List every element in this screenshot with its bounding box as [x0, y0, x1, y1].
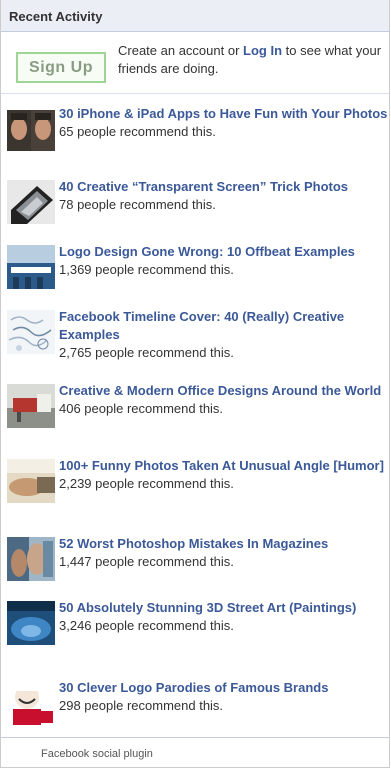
item-title-link[interactable]: 30 iPhone & iPad Apps to Have Fun with Y…	[59, 105, 389, 123]
signup-panel: Sign Up Create an account or Log In to s…	[1, 32, 389, 94]
item-title-link[interactable]: 50 Absolutely Stunning 3D Street Art (Pa…	[59, 599, 389, 617]
recommend-count: 78 people recommend this.	[59, 197, 216, 212]
hand-photo-thumb-icon[interactable]	[7, 459, 55, 503]
sign-up-button[interactable]: Sign Up	[16, 52, 106, 83]
tablet-photo-thumb-icon[interactable]	[7, 180, 55, 224]
sketch-cover-thumb-icon[interactable]	[7, 310, 55, 354]
kfc-logo-thumb-icon[interactable]	[7, 681, 55, 725]
item-title-link[interactable]: Creative & Modern Office Designs Around …	[59, 382, 389, 400]
widget-title: Recent Activity	[1, 0, 389, 32]
item-title-link[interactable]: Facebook Timeline Cover: 40 (Really) Cre…	[59, 308, 389, 344]
signup-text-before: Create an account or	[118, 43, 244, 58]
recommend-count: 3,246 people recommend this.	[59, 618, 234, 633]
magazine-thumb-icon[interactable]	[7, 537, 55, 581]
item-title-link[interactable]: 52 Worst Photoshop Mistakes In Magazines	[59, 535, 389, 553]
recommend-count: 2,765 people recommend this.	[59, 345, 234, 360]
footer-plugin-label: Facebook social plugin	[1, 737, 389, 767]
recommend-count: 2,239 people recommend this.	[59, 476, 234, 491]
item-title-link[interactable]: 40 Creative “Transparent Screen” Trick P…	[59, 178, 389, 196]
recommend-count: 298 people recommend this.	[59, 698, 224, 713]
faces-photo-thumb-icon[interactable]	[7, 107, 55, 151]
building-sign-thumb-icon[interactable]	[7, 245, 55, 289]
item-title-link[interactable]: Logo Design Gone Wrong: 10 Offbeat Examp…	[59, 243, 389, 261]
activity-widget: Recent Activity Sign Up Create an accoun…	[0, 0, 390, 768]
recommend-count: 1,447 people recommend this.	[59, 554, 234, 569]
signup-prompt: Create an account or Log In to see what …	[118, 42, 388, 78]
recommend-count: 406 people recommend this.	[59, 401, 224, 416]
recommend-count: 65 people recommend this.	[59, 124, 216, 139]
item-title-link[interactable]: 30 Clever Logo Parodies of Famous Brands	[59, 679, 389, 697]
recommend-count: 1,369 people recommend this.	[59, 262, 234, 277]
log-in-link[interactable]: Log In	[243, 43, 282, 58]
item-title-link[interactable]: 100+ Funny Photos Taken At Unusual Angle…	[59, 457, 389, 475]
street-art-thumb-icon[interactable]	[7, 601, 55, 645]
office-thumb-icon[interactable]	[7, 384, 55, 428]
